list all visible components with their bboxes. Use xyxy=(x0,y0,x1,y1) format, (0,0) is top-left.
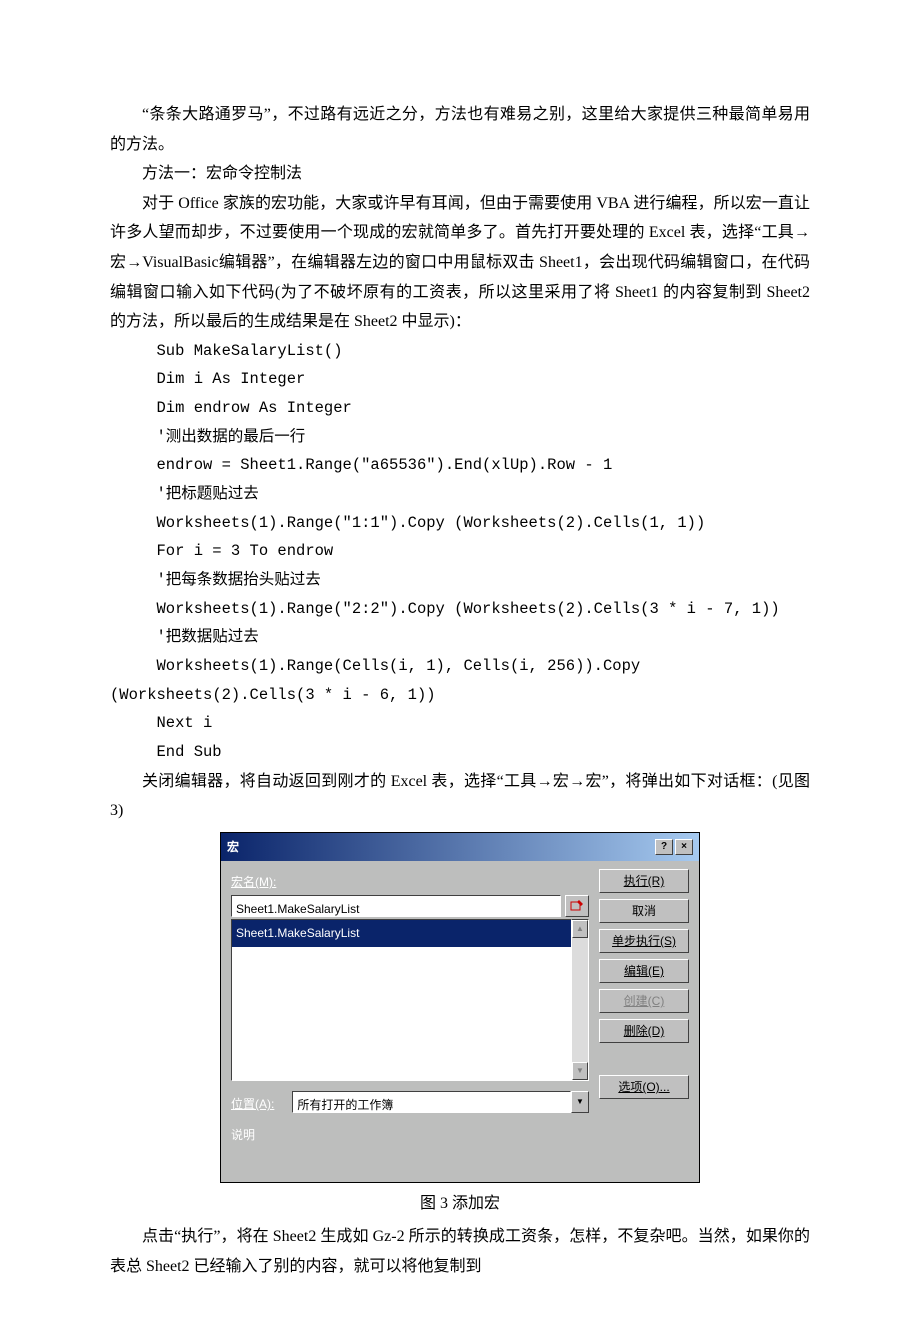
macro-name-input[interactable]: Sheet1.MakeSalaryList xyxy=(231,895,561,917)
edit-button[interactable]: 编辑(E) xyxy=(599,959,689,983)
code-line: Dim i As Integer xyxy=(110,365,810,394)
options-button[interactable]: 选项(O)... xyxy=(599,1075,689,1099)
scroll-up-icon[interactable]: ▲ xyxy=(572,920,588,938)
dialog-title: 宏 xyxy=(227,836,239,858)
code-line: endrow = Sheet1.Range("a65536").End(xlUp… xyxy=(110,451,810,480)
figure-caption: 图 3 添加宏 xyxy=(110,1189,810,1219)
code-line: '把每条数据抬头贴过去 xyxy=(110,566,810,595)
cancel-button[interactable]: 取消 xyxy=(599,899,689,923)
chevron-down-icon[interactable]: ▼ xyxy=(571,1091,589,1113)
dialog-titlebar[interactable]: 宏 ? × xyxy=(221,833,699,861)
ref-edit-icon[interactable] xyxy=(565,895,589,917)
scroll-down-icon[interactable]: ▼ xyxy=(572,1062,588,1080)
code-line: Next i xyxy=(110,709,810,738)
description-label: 说明 xyxy=(231,1124,589,1146)
macro-listbox[interactable]: Sheet1.MakeSalaryList xyxy=(231,919,572,1081)
code-line: '把数据贴过去 xyxy=(110,623,810,652)
help-button[interactable]: ? xyxy=(655,839,673,855)
code-line: (Worksheets(2).Cells(3 * i - 6, 1)) xyxy=(110,681,810,710)
location-label: 位置(A): xyxy=(231,1093,274,1115)
code-line: End Sub xyxy=(110,738,810,767)
code-line: Dim endrow As Integer xyxy=(110,394,810,423)
location-combo[interactable]: 所有打开的工作簿 xyxy=(292,1091,571,1113)
code-line: '把标题贴过去 xyxy=(110,480,810,509)
macro-name-label: 宏名(M): xyxy=(231,871,589,893)
paragraph-run: 点击“执行”，将在 Sheet2 生成如 Gz-2 所示的转换成工资条，怎样，不… xyxy=(110,1222,810,1281)
code-line: '测出数据的最后一行 xyxy=(110,423,810,452)
code-line: Worksheets(1).Range("2:2").Copy (Workshe… xyxy=(110,595,810,624)
step-button[interactable]: 单步执行(S) xyxy=(599,929,689,953)
scrollbar[interactable]: ▲ ▼ xyxy=(572,919,589,1081)
delete-button[interactable]: 删除(D) xyxy=(599,1019,689,1043)
macro-dialog: 宏 ? × 宏名(M): Sheet1.MakeSalaryList xyxy=(220,832,700,1183)
close-button[interactable]: × xyxy=(675,839,693,855)
paragraph-method1-title: 方法一：宏命令控制法 xyxy=(110,159,810,189)
code-line: Worksheets(1).Range("1:1").Copy (Workshe… xyxy=(110,509,810,538)
run-button[interactable]: 执行(R) xyxy=(599,869,689,893)
code-line: Sub MakeSalaryList() xyxy=(110,337,810,366)
code-line: Worksheets(1).Range(Cells(i, 1), Cells(i… xyxy=(110,652,810,681)
paragraph-close-editor: 关闭编辑器，将自动返回到刚才的 Excel 表，选择“工具→宏→宏”，将弹出如下… xyxy=(110,767,810,826)
paragraph-method1-desc: 对于 Office 家族的宏功能，大家或许早有耳闻，但由于需要使用 VBA 进行… xyxy=(110,189,810,337)
code-line: For i = 3 To endrow xyxy=(110,537,810,566)
paragraph-intro: “条条大路通罗马”，不过路有远近之分，方法也有难易之别，这里给大家提供三种最简单… xyxy=(110,100,810,159)
create-button: 创建(C) xyxy=(599,989,689,1013)
list-item[interactable]: Sheet1.MakeSalaryList xyxy=(232,920,571,946)
